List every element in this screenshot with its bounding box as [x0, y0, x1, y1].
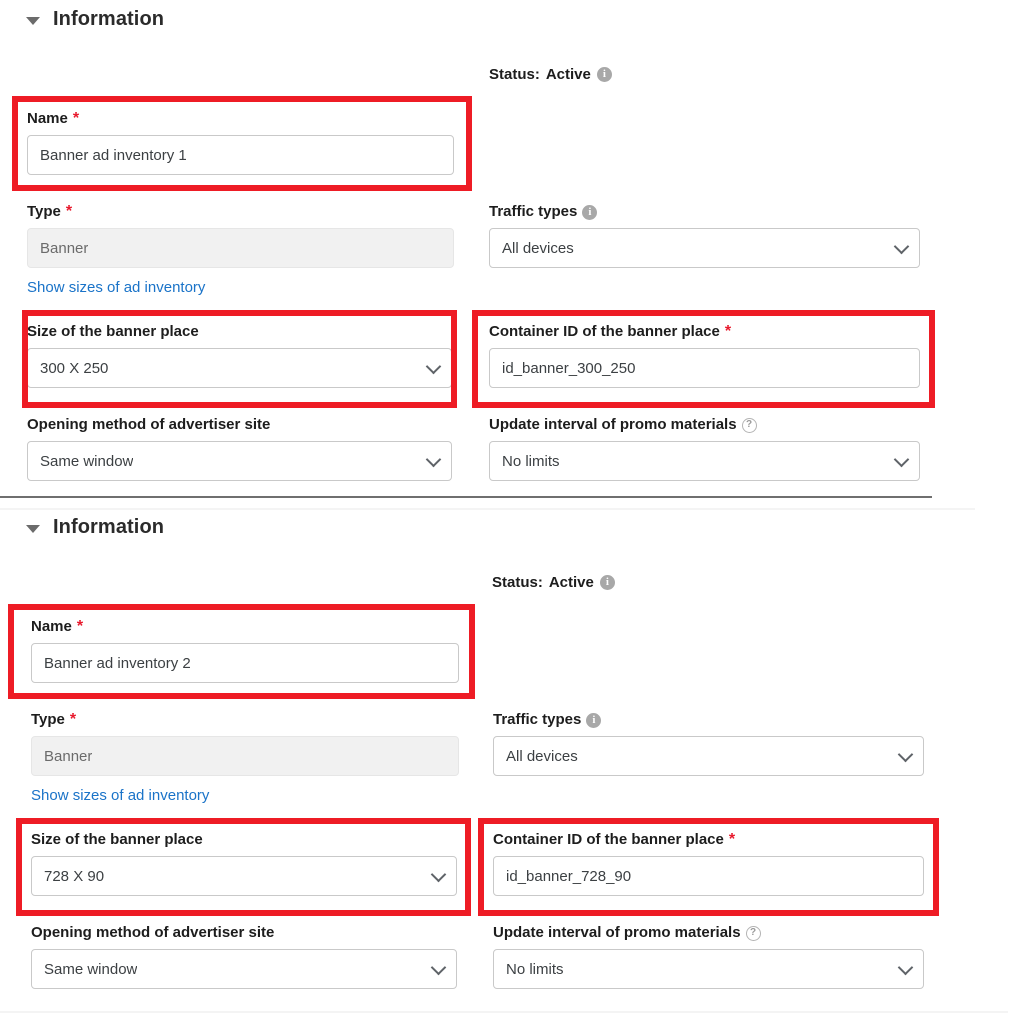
- chevron-down-icon: [430, 866, 447, 883]
- required-asterisk: *: [69, 711, 77, 728]
- section-1-size-field: Size of the banner place 300 X 250: [27, 323, 452, 388]
- type-input-readonly: Banner: [31, 736, 459, 776]
- size-select[interactable]: 728 X 90: [31, 856, 457, 896]
- chevron-down-icon: [893, 238, 910, 255]
- section-1-status: Status: Active i: [489, 66, 612, 83]
- bottom-divider: [0, 1011, 1008, 1013]
- section-2-title: Information: [53, 516, 165, 538]
- name-input[interactable]: Banner ad inventory 1: [27, 135, 454, 175]
- update-interval-label: Update interval of promo materials ?: [493, 924, 924, 942]
- name-label: Name *: [31, 618, 84, 635]
- collapse-caret-icon[interactable]: [26, 16, 40, 25]
- chevron-down-icon: [897, 959, 914, 976]
- section-1-header[interactable]: Information: [26, 8, 164, 31]
- required-asterisk: *: [65, 203, 73, 220]
- required-asterisk: *: [724, 323, 732, 340]
- section-1-type-field: Type * Banner: [27, 203, 454, 268]
- help-icon[interactable]: ?: [745, 925, 761, 941]
- container-id-input[interactable]: id_banner_728_90: [493, 856, 924, 896]
- required-asterisk: *: [728, 831, 736, 848]
- chevron-down-icon: [893, 451, 910, 468]
- size-label: Size of the banner place: [31, 831, 203, 848]
- chevron-down-icon: [430, 959, 447, 976]
- required-asterisk: *: [72, 110, 80, 127]
- opening-method-select[interactable]: Same window: [27, 441, 452, 481]
- show-sizes-of-ad-inventory-link[interactable]: Show sizes of ad inventory: [27, 279, 205, 296]
- section-divider: [0, 496, 932, 498]
- section-1-name-field: Name * Banner ad inventory 1: [27, 110, 454, 175]
- section-1-title: Information: [53, 8, 165, 30]
- section-1-opening-method-field: Opening method of advertiser site Same w…: [27, 416, 452, 481]
- section-1-traffic-types-field: Traffic types i All devices: [489, 203, 920, 268]
- section-1-update-interval-field: Update interval of promo materials ? No …: [489, 416, 920, 481]
- type-label: Type *: [31, 711, 77, 728]
- required-asterisk: *: [76, 618, 84, 635]
- status-value: Active: [545, 66, 591, 83]
- show-sizes-of-ad-inventory-link[interactable]: Show sizes of ad inventory: [31, 787, 209, 804]
- opening-method-label: Opening method of advertiser site: [31, 924, 275, 941]
- container-id-label: Container ID of the banner place *: [493, 831, 736, 848]
- chevron-down-icon: [425, 451, 442, 468]
- traffic-types-select[interactable]: All devices: [493, 736, 924, 776]
- info-icon[interactable]: i: [596, 67, 612, 82]
- section-1-container-id-field: Container ID of the banner place * id_ba…: [489, 323, 920, 388]
- section-divider-light: [0, 508, 975, 510]
- section-2-header[interactable]: Information: [26, 516, 164, 539]
- section-2-name-field: Name * Banner ad inventory 2: [31, 618, 459, 683]
- opening-method-select[interactable]: Same window: [31, 949, 457, 989]
- section-2-container-id-field: Container ID of the banner place * id_ba…: [493, 831, 924, 896]
- status-label: Status:: [489, 66, 540, 83]
- update-interval-select[interactable]: No limits: [493, 949, 924, 989]
- chevron-down-icon: [425, 358, 442, 375]
- info-icon[interactable]: i: [582, 204, 598, 220]
- info-icon[interactable]: i: [599, 575, 615, 590]
- status-label: Status:: [492, 574, 543, 591]
- chevron-down-icon: [897, 746, 914, 763]
- container-id-input[interactable]: id_banner_300_250: [489, 348, 920, 388]
- section-2-size-field: Size of the banner place 728 X 90: [31, 831, 457, 896]
- name-input[interactable]: Banner ad inventory 2: [31, 643, 459, 683]
- section-2-opening-method-field: Opening method of advertiser site Same w…: [31, 924, 457, 989]
- section-2-status: Status: Active i: [492, 574, 615, 591]
- info-icon[interactable]: i: [586, 712, 602, 728]
- help-icon[interactable]: ?: [741, 417, 757, 433]
- ad-inventory-form-page: Information Status: Active i Name * Bann…: [0, 0, 1020, 1020]
- traffic-types-label: Traffic types i: [493, 711, 924, 729]
- size-label: Size of the banner place: [27, 323, 199, 340]
- size-select[interactable]: 300 X 250: [27, 348, 452, 388]
- type-label: Type *: [27, 203, 73, 220]
- status-value: Active: [548, 574, 594, 591]
- collapse-caret-icon[interactable]: [26, 524, 40, 533]
- type-input-readonly: Banner: [27, 228, 454, 268]
- container-id-label: Container ID of the banner place *: [489, 323, 732, 340]
- opening-method-label: Opening method of advertiser site: [27, 416, 271, 433]
- update-interval-label: Update interval of promo materials ?: [489, 416, 920, 434]
- traffic-types-select[interactable]: All devices: [489, 228, 920, 268]
- section-2-traffic-types-field: Traffic types i All devices: [493, 711, 924, 776]
- update-interval-select[interactable]: No limits: [489, 441, 920, 481]
- section-2-update-interval-field: Update interval of promo materials ? No …: [493, 924, 924, 989]
- section-2-type-field: Type * Banner: [31, 711, 459, 776]
- traffic-types-label: Traffic types i: [489, 203, 920, 221]
- name-label: Name *: [27, 110, 80, 127]
